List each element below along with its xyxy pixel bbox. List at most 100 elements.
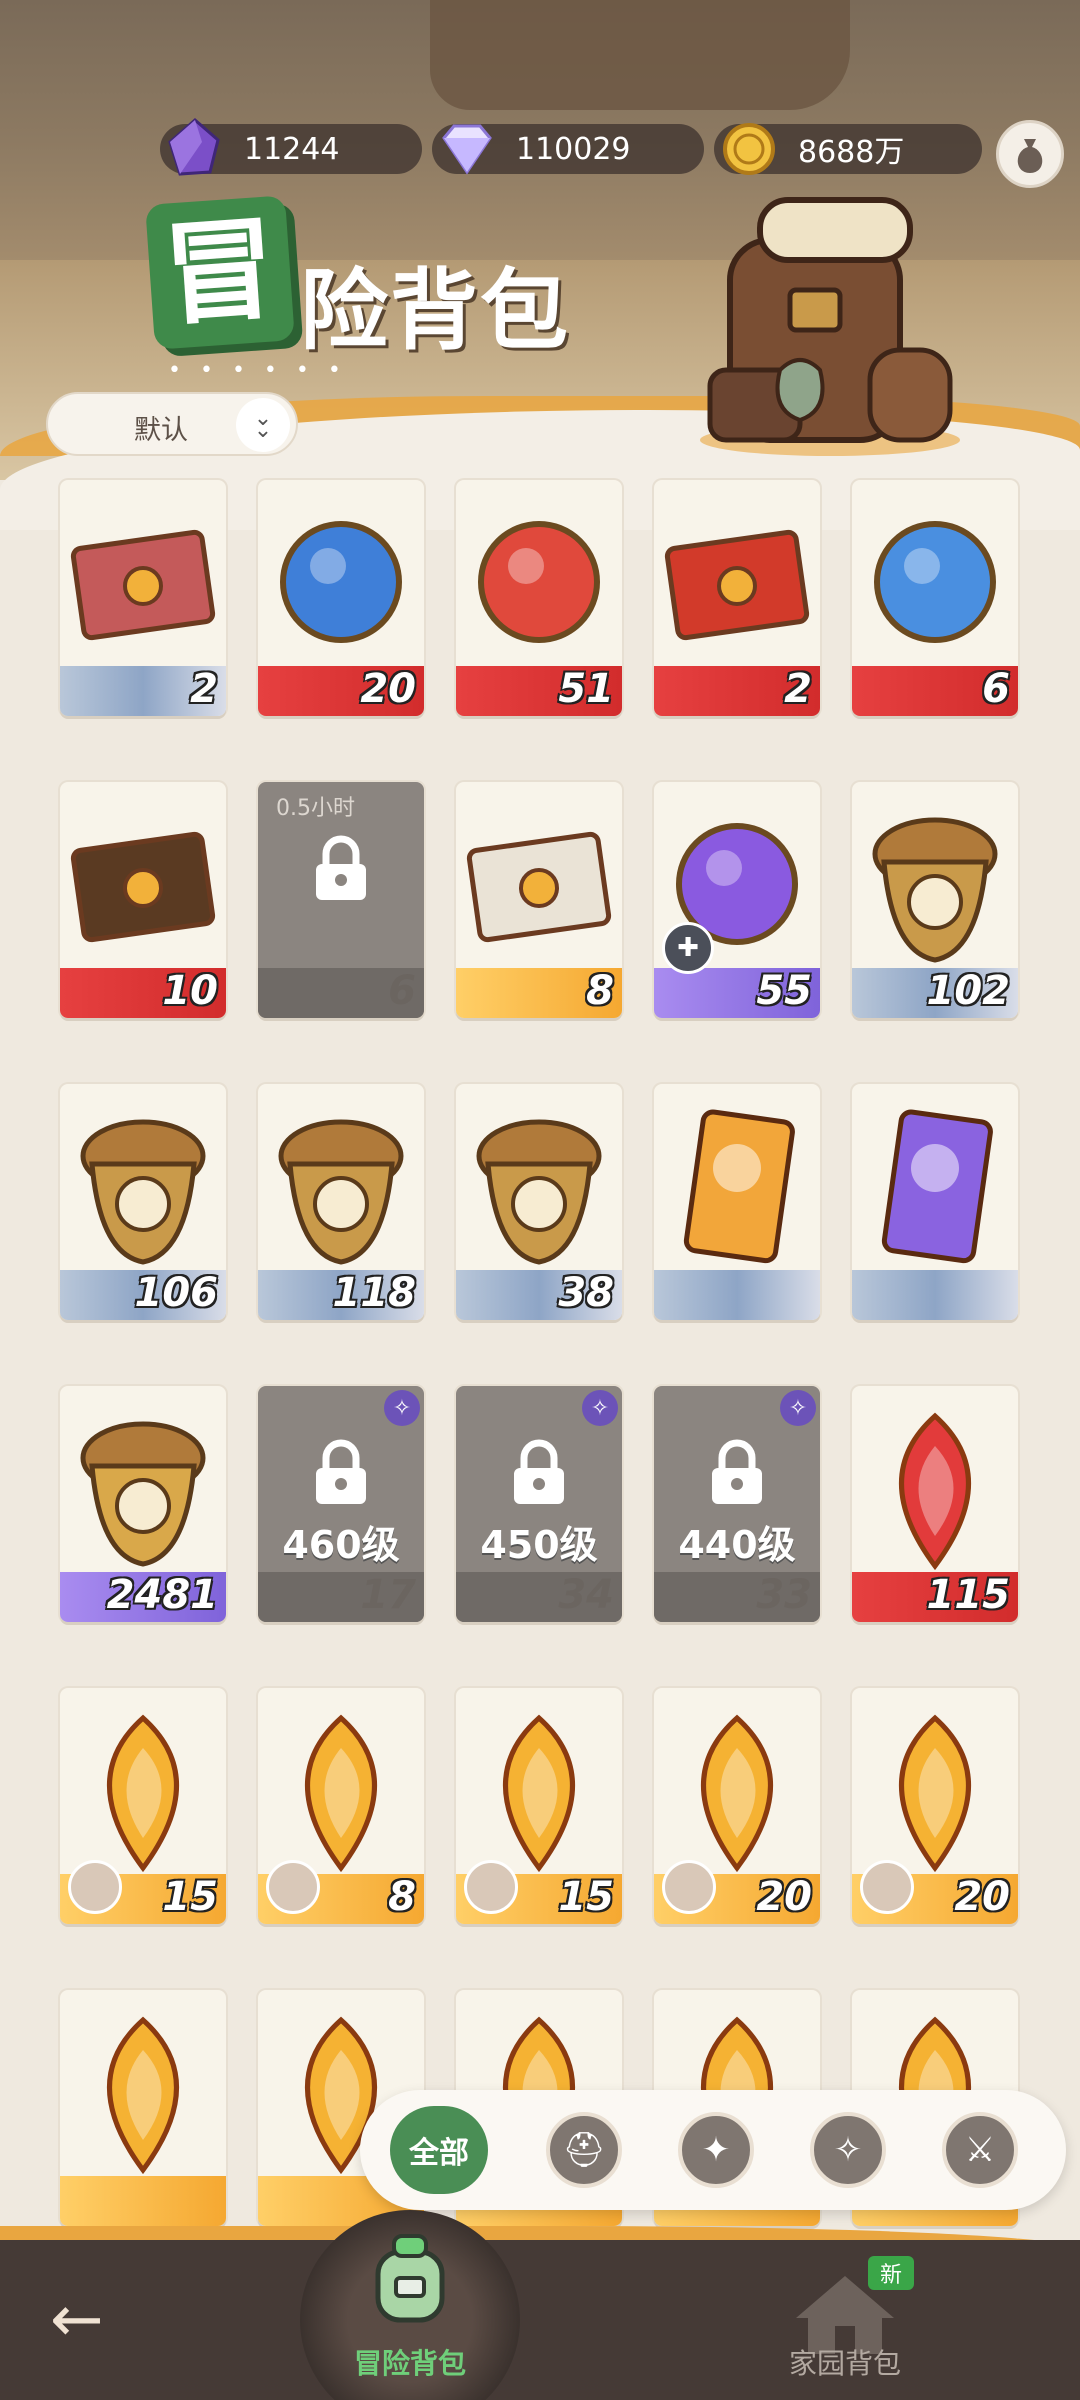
currency-purple-crystal[interactable]: 11244: [160, 118, 422, 176]
inventory-item[interactable]: 115: [852, 1386, 1018, 1622]
category-filter-bar: 全部 ⛑ ✦ ✧ ⚔: [360, 2090, 1066, 2210]
inventory-item[interactable]: 0.5小时 6: [258, 782, 424, 1018]
sort-dropdown[interactable]: 默认 ⌄ ⌄: [46, 392, 298, 456]
inventory-item[interactable]: 8: [258, 1688, 424, 1924]
purple-crystal-icon: [168, 118, 220, 176]
item-count: 33: [756, 1572, 812, 1618]
inventory-item[interactable]: 20: [852, 1688, 1018, 1924]
inventory-item[interactable]: 2481: [60, 1386, 226, 1622]
item-count: 20: [756, 1874, 812, 1920]
inventory-item[interactable]: 2: [60, 480, 226, 716]
white-envelope-icon: [466, 831, 612, 943]
hero-avatar: [464, 1860, 518, 1914]
red-gem-icon: [899, 1412, 971, 1571]
gold-gem-icon: [899, 1714, 971, 1873]
inventory-item[interactable]: 6: [852, 480, 1018, 716]
red-envelope-icon: [664, 529, 810, 641]
inventory-item[interactable]: 440级 ✧ 33: [654, 1386, 820, 1622]
inventory-item[interactable]: 460级 ✧ 17: [258, 1386, 424, 1622]
item-count: 2481: [106, 1572, 218, 1618]
filter-all-button[interactable]: 全部: [390, 2106, 488, 2194]
currency-gold[interactable]: 8688万: [714, 123, 982, 175]
gold-gem-icon: [701, 1714, 773, 1873]
tab-home-label: 家园背包: [788, 2347, 901, 2380]
sort-label: 默认: [134, 415, 188, 446]
tab-adventure-bag[interactable]: 冒险背包: [280, 2200, 540, 2400]
inventory-item[interactable]: ✚ 55: [654, 782, 820, 1018]
tab-adventure-label: 冒险背包: [353, 2347, 466, 2380]
inventory-item[interactable]: 38: [456, 1084, 622, 1320]
currency-diamond[interactable]: 110029: [432, 124, 704, 175]
sword-shield-icon[interactable]: ⚔: [942, 2112, 1018, 2188]
star-emblem-icon: ✧: [780, 1390, 816, 1426]
purple-ticket-icon: [881, 1109, 993, 1264]
item-count: 34: [558, 1572, 614, 1618]
item-count: 6: [982, 666, 1010, 712]
page-title: 险背包: [300, 259, 571, 362]
dark-gift-envelope-icon: [70, 831, 216, 943]
star-emblem-icon: ✧: [582, 1390, 618, 1426]
inventory-item[interactable]: 106: [60, 1084, 226, 1320]
hero-avatar: [266, 1860, 320, 1914]
gold-gem-icon: [305, 1714, 377, 1873]
hero-avatar: [68, 1860, 122, 1914]
back-arrow-icon[interactable]: ←: [50, 2288, 140, 2352]
item-count: 8: [586, 968, 614, 1014]
money-bag-icon: [1017, 139, 1043, 173]
inventory-item[interactable]: [852, 1084, 1018, 1320]
gold-gem-icon: [503, 1714, 575, 1873]
item-count: 115: [926, 1572, 1011, 1618]
item-count: 2: [190, 666, 218, 712]
inventory-item[interactable]: [60, 1990, 226, 2226]
diamond-icon: [442, 124, 492, 175]
item-count: 118: [332, 1270, 417, 1316]
item-count: 51: [558, 666, 614, 712]
item-count: 2: [784, 666, 812, 712]
currency-value: 11244: [244, 131, 340, 167]
acorn-leaf-icon: [278, 1119, 404, 1265]
gold-gem-icon: [107, 2016, 179, 2175]
crystal-globe-icon: [874, 521, 996, 643]
inventory-item[interactable]: 2: [654, 480, 820, 716]
inventory-item[interactable]: [654, 1084, 820, 1320]
inventory-item[interactable]: 51: [456, 480, 622, 716]
item-count: 17: [360, 1572, 416, 1618]
adventure-bag-screen: 11244 110029 8688万 冒 险背包 • • • • • • 默认 …: [0, 0, 1080, 2400]
compass-icon[interactable]: ✧: [810, 2112, 886, 2188]
item-count: 106: [134, 1270, 219, 1316]
tab-home-bag[interactable]: 新 家园背包: [760, 2250, 930, 2400]
star-shield-icon[interactable]: ✦: [678, 2112, 754, 2188]
title-dots: • • • • • •: [168, 358, 347, 383]
backpack-illustration: [700, 197, 960, 456]
inventory-item[interactable]: 118: [258, 1084, 424, 1320]
money-bag-button[interactable]: [996, 120, 1064, 188]
inventory-item[interactable]: 20: [654, 1688, 820, 1924]
house-roof: [430, 0, 850, 110]
gold-ticket-icon: [683, 1109, 795, 1264]
puzzle-piece-icon: ✚: [662, 922, 714, 974]
inventory-item[interactable]: 102: [852, 782, 1018, 1018]
inventory-item[interactable]: 20: [258, 480, 424, 716]
acorn-sun-icon: [80, 1119, 206, 1265]
item-count: 102: [926, 968, 1011, 1014]
rarity-band: [60, 2176, 226, 2226]
inventory-item[interactable]: 15: [456, 1688, 622, 1924]
gold-gem-icon: [107, 1714, 179, 1873]
hero-avatar: [860, 1860, 914, 1914]
ticket-icon: [70, 529, 216, 641]
new-badge: 新: [868, 2256, 914, 2290]
cooldown-timer: 0.5小时: [276, 796, 355, 821]
adventure-bag-icon: [375, 2234, 445, 2323]
title-first-char: 冒: [159, 203, 281, 342]
inventory-item[interactable]: 15: [60, 1688, 226, 1924]
item-count: 20: [954, 1874, 1010, 1920]
inventory-item[interactable]: 450级 ✧ 34: [456, 1386, 622, 1622]
inventory-item[interactable]: 8: [456, 782, 622, 1018]
item-count: 8: [388, 1874, 416, 1920]
unlock-level: 450级: [480, 1523, 598, 1567]
star-emblem-icon: ✧: [384, 1390, 420, 1426]
inventory-item[interactable]: 10: [60, 782, 226, 1018]
red-heart-crest-icon: [478, 521, 600, 643]
lock-icon: [316, 1439, 366, 1504]
warrior-helmet-icon[interactable]: ⛑: [546, 2112, 622, 2188]
